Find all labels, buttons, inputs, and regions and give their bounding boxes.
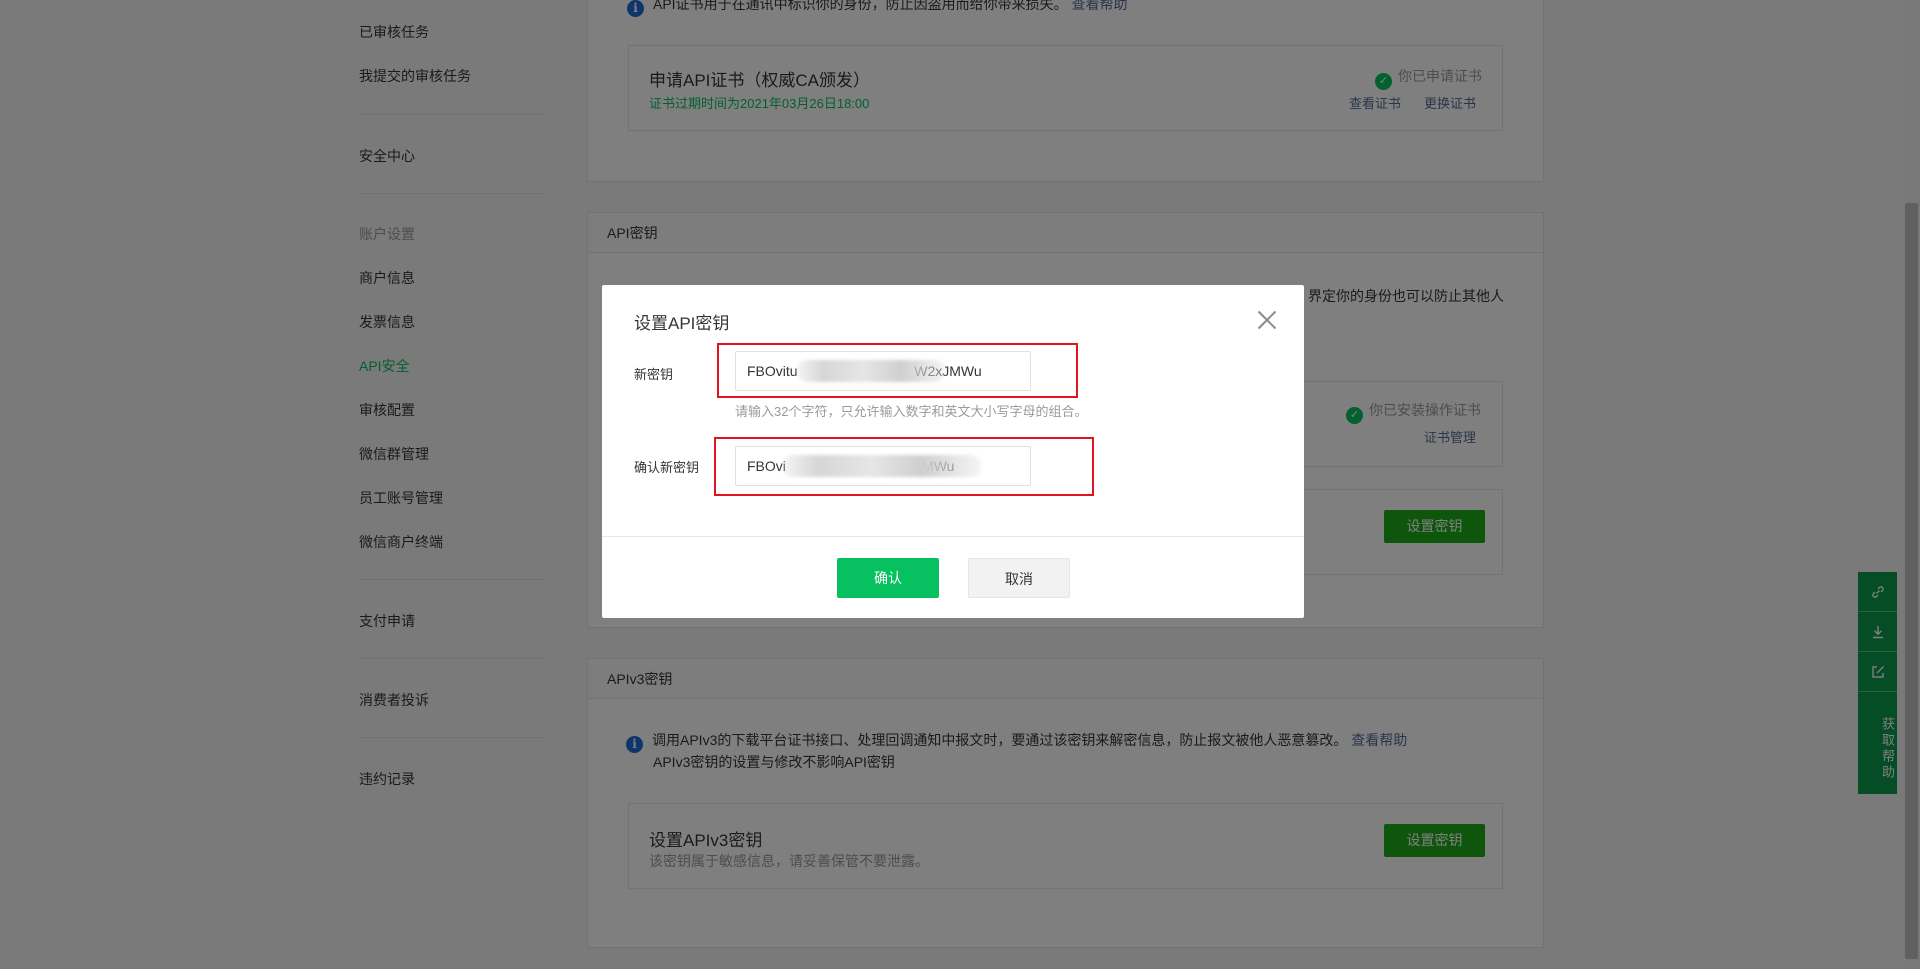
cancel-button[interactable]: 取消 (968, 558, 1070, 598)
confirm-key-label: 确认新密钥 (634, 460, 700, 475)
new-key-label: 新密钥 (634, 367, 674, 382)
dialog-footer-divider (602, 536, 1304, 537)
close-icon[interactable] (1254, 307, 1280, 333)
new-key-input[interactable] (735, 351, 1031, 391)
set-api-key-dialog: 设置API密钥 新密钥 请输入32个字符，只允许输入数字和英文大小写字母的组合。… (602, 285, 1304, 618)
dialog-title: 设置API密钥 (634, 314, 730, 333)
confirm-button[interactable]: 确认 (837, 558, 939, 598)
new-key-hint: 请输入32个字符，只允许输入数字和英文大小写字母的组合。 (735, 404, 1088, 419)
confirm-key-input[interactable] (735, 446, 1031, 486)
